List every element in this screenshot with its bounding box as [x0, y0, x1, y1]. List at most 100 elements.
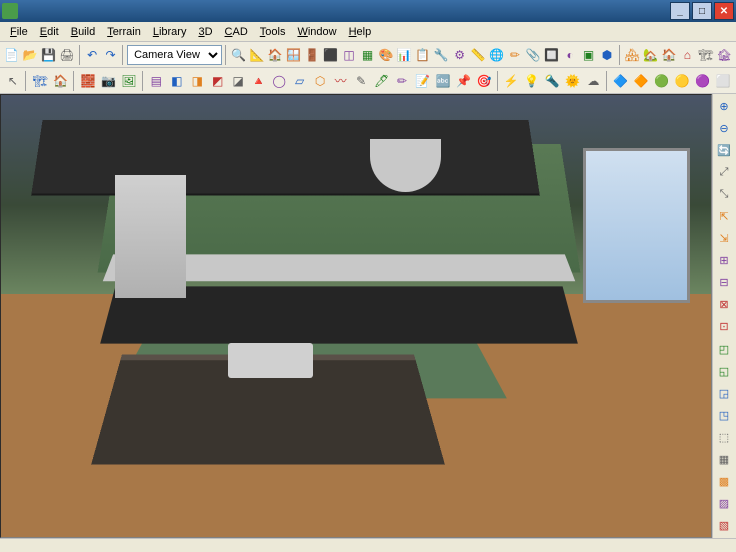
tool-icon[interactable]: 🎨 [377, 44, 394, 66]
maximize-button[interactable]: □ [692, 2, 712, 20]
camera-view-select[interactable]: Camera View Set [127, 45, 222, 65]
tool-icon[interactable]: ⬢ [598, 44, 615, 66]
tool-icon[interactable]: ◧ [167, 70, 186, 92]
tool-icon[interactable]: 🏗 [30, 70, 49, 92]
pattern-icon[interactable]: ▧ [713, 515, 735, 536]
grid-icon[interactable]: ⊟ [713, 272, 735, 293]
minimize-button[interactable]: _ [670, 2, 690, 20]
tool-icon[interactable]: 📏 [469, 44, 486, 66]
menu-terrain[interactable]: Terrain [101, 24, 147, 40]
pencil-icon[interactable]: ✎ [351, 70, 370, 92]
tool-icon[interactable]: ⬡ [310, 70, 329, 92]
tool-icon[interactable]: 🔷 [611, 70, 630, 92]
tool-icon[interactable]: ◨ [188, 70, 207, 92]
refresh-icon[interactable]: 🔄 [713, 140, 735, 161]
house-icon[interactable]: 🏚 [716, 44, 733, 66]
tool-icon[interactable]: ◯ [269, 70, 288, 92]
tool-icon[interactable]: 🚪 [304, 44, 321, 66]
tool-icon[interactable]: ▦ [359, 44, 376, 66]
tool-icon[interactable]: 🔍 [230, 44, 247, 66]
tool-icon[interactable]: 🔲 [543, 44, 560, 66]
tool-icon[interactable]: ✏ [506, 44, 523, 66]
undo-icon[interactable]: ↶ [83, 44, 100, 66]
pattern-icon[interactable]: ▩ [713, 471, 735, 492]
house-icon[interactable]: 🏗 [697, 44, 714, 66]
save-icon[interactable]: 💾 [40, 44, 57, 66]
house-icon[interactable]: 🏠 [660, 44, 677, 66]
pattern-icon[interactable]: ▦ [713, 449, 735, 470]
layout-icon[interactable]: ◱ [713, 361, 735, 382]
menu-tools[interactable]: Tools [254, 24, 292, 40]
tool-icon[interactable]: ⬛ [322, 44, 339, 66]
zoom-in-icon[interactable]: ⊕ [713, 96, 735, 117]
tool-icon[interactable]: 🖼 [119, 70, 138, 92]
cloud-icon[interactable]: ☁ [584, 70, 603, 92]
tool-icon[interactable]: 🟢 [652, 70, 671, 92]
tool-icon[interactable]: ⚙ [451, 44, 468, 66]
tool-icon[interactable]: 📊 [396, 44, 413, 66]
tool-icon[interactable]: 🧱 [78, 70, 97, 92]
tool-icon[interactable]: 〰 [331, 70, 350, 92]
view-icon[interactable]: ⊠ [713, 294, 735, 315]
sun-icon[interactable]: 🌞 [563, 70, 582, 92]
layout-icon[interactable]: ◲ [713, 383, 735, 404]
pen-icon[interactable]: 🖊 [372, 70, 391, 92]
tool-icon[interactable]: 🔦 [543, 70, 562, 92]
tool-icon[interactable]: ◐ [561, 44, 578, 66]
menu-window[interactable]: Window [291, 24, 342, 40]
tool-icon[interactable]: 🏠 [267, 44, 284, 66]
collapse-icon[interactable]: ⤡ [713, 184, 735, 205]
pin-icon[interactable]: 📌 [454, 70, 473, 92]
print-icon[interactable]: 🖨 [58, 44, 75, 66]
house-icon[interactable]: 🏡 [642, 44, 659, 66]
tool-icon[interactable]: ▤ [147, 70, 166, 92]
pattern-icon[interactable]: ⬚ [713, 427, 735, 448]
tool-icon[interactable]: ◪ [228, 70, 247, 92]
redo-icon[interactable]: ↷ [102, 44, 119, 66]
close-button[interactable]: ✕ [714, 2, 734, 20]
menu-help[interactable]: Help [343, 24, 378, 40]
tool-icon[interactable]: 🟡 [672, 70, 691, 92]
tool-icon[interactable]: 🎯 [474, 70, 493, 92]
tool-icon[interactable]: ◫ [340, 44, 357, 66]
house-icon[interactable]: ⌂ [679, 44, 696, 66]
tool-icon[interactable]: ◩ [208, 70, 227, 92]
3d-viewport[interactable] [0, 94, 712, 538]
view-icon[interactable]: ⊡ [713, 316, 735, 337]
view-icon[interactable]: ⇱ [713, 206, 735, 227]
tool-icon[interactable]: ▱ [290, 70, 309, 92]
menu-build[interactable]: Build [65, 24, 101, 40]
text-icon[interactable]: 🔤 [433, 70, 452, 92]
new-icon[interactable]: 📄 [3, 44, 20, 66]
tool-icon[interactable]: 📋 [414, 44, 431, 66]
tool-icon[interactable]: 🪟 [285, 44, 302, 66]
house-icon[interactable]: 🏘 [623, 44, 640, 66]
tool-icon[interactable]: 📎 [525, 44, 542, 66]
camera-icon[interactable]: 📷 [99, 70, 118, 92]
grid-icon[interactable]: ⊞ [713, 250, 735, 271]
tool-icon[interactable]: 🔧 [432, 44, 449, 66]
light-icon[interactable]: 💡 [522, 70, 541, 92]
menu-3d[interactable]: 3D [192, 24, 218, 40]
layout-icon[interactable]: ◳ [713, 405, 735, 426]
tool-icon[interactable]: 📝 [413, 70, 432, 92]
layout-icon[interactable]: ◰ [713, 339, 735, 360]
menu-cad[interactable]: CAD [219, 24, 254, 40]
menu-library[interactable]: Library [147, 24, 193, 40]
tool-icon[interactable]: ▣ [580, 44, 597, 66]
menu-edit[interactable]: Edit [34, 24, 65, 40]
tool-icon[interactable]: 🟣 [693, 70, 712, 92]
tool-icon[interactable]: 🌐 [488, 44, 505, 66]
menu-file[interactable]: File [4, 24, 34, 40]
select-icon[interactable]: ↖ [3, 70, 22, 92]
zoom-out-icon[interactable]: ⊖ [713, 118, 735, 139]
open-icon[interactable]: 📂 [21, 44, 38, 66]
tool-icon[interactable]: 📐 [248, 44, 265, 66]
pattern-icon[interactable]: ▨ [713, 493, 735, 514]
light-icon[interactable]: ⚡ [502, 70, 521, 92]
expand-icon[interactable]: ⤢ [713, 162, 735, 183]
tool-icon[interactable]: 🏠 [51, 70, 70, 92]
tool-icon[interactable]: 🔺 [249, 70, 268, 92]
view-icon[interactable]: ⇲ [713, 228, 735, 249]
tool-icon[interactable]: ⬜ [713, 70, 732, 92]
